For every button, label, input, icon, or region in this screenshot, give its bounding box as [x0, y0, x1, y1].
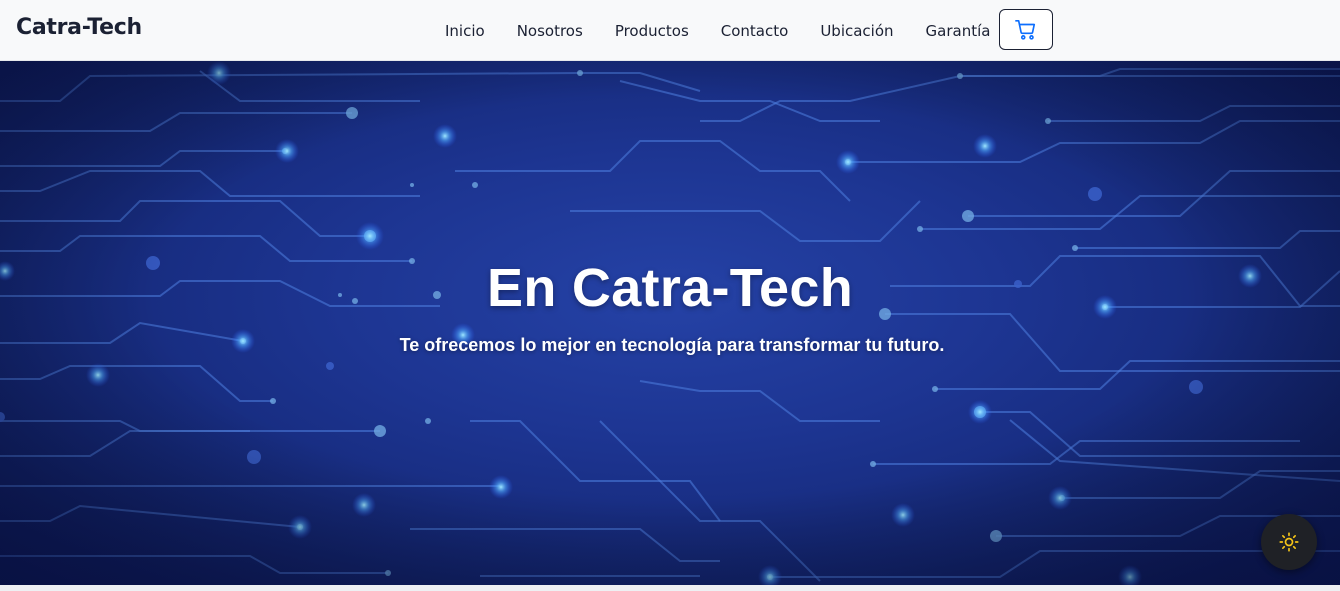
nav-links: Inicio Nosotros Productos Contacto Ubica…: [429, 0, 1006, 61]
bottom-edge: [0, 585, 1340, 591]
circuit-background: [0, 61, 1340, 585]
nav-link-nosotros[interactable]: Nosotros: [501, 22, 599, 40]
hero-title: En Catra-Tech: [487, 258, 853, 318]
nav-link-garantia[interactable]: Garantía: [910, 22, 1007, 40]
sun-icon: [1279, 532, 1299, 552]
cart-icon: [1015, 19, 1036, 40]
hero-banner: En Catra-Tech Te ofrecemos lo mejor en t…: [0, 61, 1340, 585]
cart-button[interactable]: [999, 9, 1053, 50]
brand-logo[interactable]: Catra-Tech: [16, 15, 142, 40]
nav-link-contacto[interactable]: Contacto: [705, 22, 805, 40]
theme-toggle-button[interactable]: [1261, 514, 1317, 570]
hero-subtitle: Te ofrecemos lo mejor en tecnología para…: [399, 335, 945, 355]
nav-link-ubicacion[interactable]: Ubicación: [804, 22, 909, 40]
navbar: Catra-Tech Inicio Nosotros Productos Con…: [0, 0, 1340, 61]
nav-link-inicio[interactable]: Inicio: [429, 22, 501, 40]
nav-link-productos[interactable]: Productos: [599, 22, 705, 40]
